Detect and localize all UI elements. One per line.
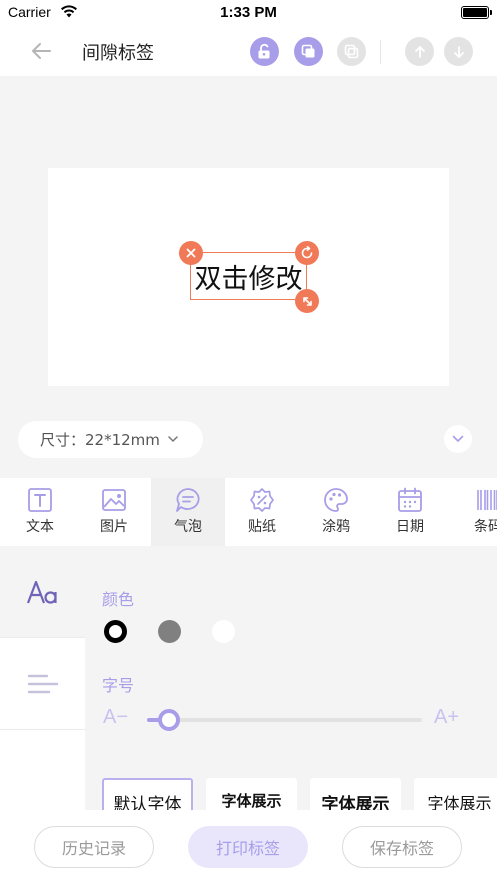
sticker-icon bbox=[250, 488, 274, 512]
tab-image[interactable]: 图片 bbox=[77, 478, 151, 546]
font-card[interactable]: 字体展示 bbox=[206, 778, 297, 810]
nav-bar: 间隙标签 bbox=[0, 26, 497, 76]
bottom-action-bar: 历史记录 打印标签 保存标签 bbox=[0, 810, 497, 883]
arrow-up-icon[interactable] bbox=[405, 37, 434, 66]
unlock-icon[interactable] bbox=[250, 37, 279, 66]
battery-icon bbox=[461, 6, 492, 19]
arrow-down-icon[interactable] bbox=[444, 37, 473, 66]
print-label-button[interactable]: 打印标签 bbox=[188, 826, 308, 868]
tab-bubble[interactable]: 气泡 bbox=[151, 478, 225, 546]
font-card[interactable]: 字体展示 bbox=[414, 778, 497, 810]
save-label-button[interactable]: 保存标签 bbox=[342, 826, 462, 868]
status-time: 1:33 PM bbox=[220, 4, 277, 21]
side-item-align[interactable] bbox=[0, 638, 85, 729]
tab-label: 涂鸦 bbox=[322, 519, 350, 535]
font-card[interactable]: 字体展示 bbox=[310, 778, 401, 810]
tab-date[interactable]: 日期 bbox=[373, 478, 447, 546]
palette-icon bbox=[324, 488, 348, 512]
slider-thumb[interactable] bbox=[158, 709, 180, 731]
side-item-font-style[interactable] bbox=[0, 546, 85, 637]
tab-barcode[interactable]: 条码 bbox=[451, 478, 497, 546]
collapse-panel-button[interactable] bbox=[444, 425, 472, 453]
text-icon bbox=[28, 488, 52, 512]
font-size-decrease[interactable]: A− bbox=[103, 706, 128, 729]
tab-label: 日期 bbox=[396, 519, 424, 535]
side-panel bbox=[0, 546, 85, 810]
color-swatch-black[interactable] bbox=[104, 620, 127, 643]
calendar-icon bbox=[398, 487, 422, 512]
side-divider bbox=[0, 729, 85, 730]
font-card-default[interactable]: 默认字体 bbox=[102, 778, 193, 810]
copy-icon[interactable] bbox=[294, 37, 323, 66]
image-icon bbox=[102, 489, 126, 511]
page-title: 间隙标签 bbox=[82, 43, 154, 64]
bubble-icon bbox=[176, 488, 200, 512]
tab-label: 条码 bbox=[474, 519, 497, 535]
resize-icon[interactable] bbox=[295, 289, 319, 313]
font-style-icon bbox=[26, 580, 57, 604]
tab-text[interactable]: 文本 bbox=[3, 478, 77, 546]
status-bar: Carrier 1:33 PM bbox=[0, 0, 497, 26]
barcode-icon bbox=[477, 490, 497, 510]
back-arrow-icon[interactable] bbox=[26, 36, 56, 66]
size-selector[interactable]: 尺寸：22*12mm bbox=[18, 421, 203, 458]
tab-label: 文本 bbox=[26, 519, 54, 535]
chevron-down-icon bbox=[452, 435, 464, 443]
color-swatch-white[interactable] bbox=[212, 620, 235, 643]
tab-sticker[interactable]: 贴纸 bbox=[225, 478, 299, 546]
font-size-slider[interactable] bbox=[147, 709, 422, 731]
tool-tabs: 文本 图片 气泡 贴纸 涂鸦 日期 条码 bbox=[0, 478, 497, 546]
color-swatch-gray[interactable] bbox=[158, 620, 181, 643]
history-button[interactable]: 历史记录 bbox=[34, 826, 154, 868]
delete-icon[interactable] bbox=[179, 241, 203, 265]
tab-doodle[interactable]: 涂鸦 bbox=[299, 478, 373, 546]
rotate-icon[interactable] bbox=[295, 241, 319, 265]
align-icon bbox=[27, 674, 58, 693]
duplicate-icon[interactable] bbox=[337, 37, 366, 66]
color-label: 颜色 bbox=[102, 590, 135, 609]
chevron-down-icon bbox=[168, 436, 178, 443]
tab-label: 气泡 bbox=[174, 519, 202, 535]
tab-label: 图片 bbox=[100, 519, 128, 535]
font-size-increase[interactable]: A+ bbox=[434, 706, 459, 729]
text-element[interactable]: 双击修改 bbox=[190, 252, 307, 300]
size-label: 尺寸：22*12mm bbox=[40, 431, 160, 449]
properties-panel: 颜色 字号 A− A+ 默认字体 字体展示 字体展示 字体展示 bbox=[85, 546, 497, 810]
font-size-label: 字号 bbox=[102, 676, 135, 695]
tab-label: 贴纸 bbox=[248, 519, 276, 535]
nav-divider bbox=[380, 40, 381, 64]
